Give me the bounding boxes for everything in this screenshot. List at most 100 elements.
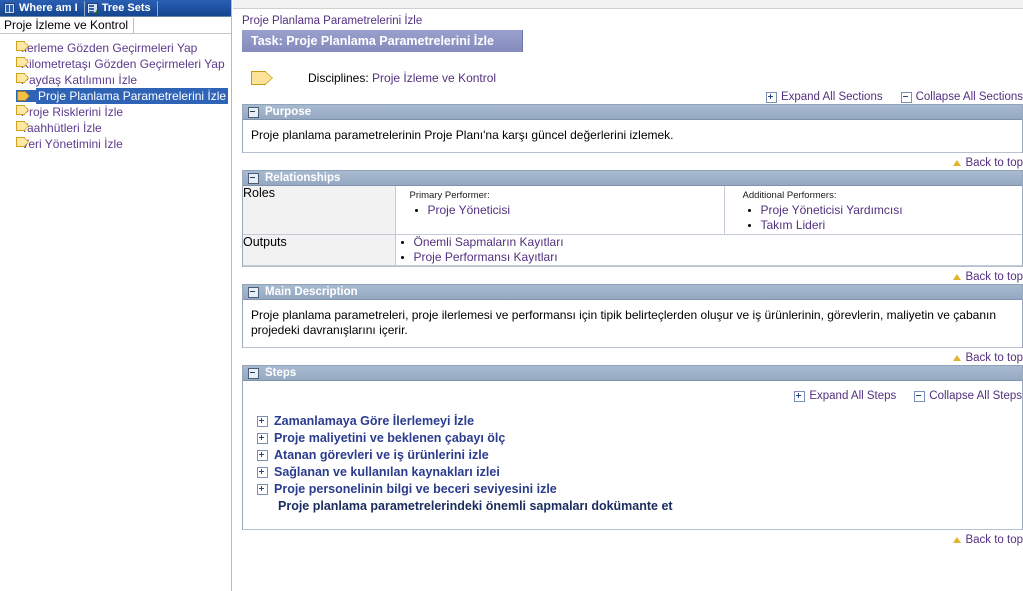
application-window: Where am I Tree Sets Proje İzleme ve Kon… xyxy=(0,0,1023,591)
back-to-top-link[interactable]: Back to top xyxy=(953,352,1023,364)
expand-collapse-sections-bar: Expand All Sections Collapse All Section… xyxy=(233,86,1023,104)
step-item-zamanlamaya-gore-ilerlemeyi-izle[interactable]: Zamanlamaya Göre İlerlemeyi İzle xyxy=(257,413,1022,430)
section-main-description-body: Proje planlama parametreleri, proje iler… xyxy=(243,300,1022,348)
tree-item-label: Kilometretaşı Gözden Geçirmeleri Yap xyxy=(21,57,225,71)
tree-item-label: Proje Risklerini İzle xyxy=(21,105,124,119)
tree-item-label: Taahhütleri İzle xyxy=(21,121,102,135)
tree-item-taahhutleri-izle[interactable]: Taahhütleri İzle xyxy=(0,120,231,136)
section-steps: Steps Expand All Steps Collapse All Step… xyxy=(242,365,1023,530)
tree-item-kilometretasi-gozden-gecirmeleri-yap[interactable]: Kilometretaşı Gözden Geçirmeleri Yap xyxy=(0,56,231,72)
tree-item-proje-risklerini-izle[interactable]: Proje Risklerini İzle xyxy=(0,104,231,120)
disciplines-link[interactable]: Proje İzleme ve Kontrol xyxy=(372,71,496,85)
expand-all-steps-link[interactable]: Expand All Steps xyxy=(794,390,896,402)
breadcrumb: Proje Planlama Parametrelerini İzle xyxy=(242,15,423,27)
section-purpose-header[interactable]: Purpose xyxy=(243,104,1022,120)
table-row: Roles Primary Performer: Proje Yöneticis… xyxy=(243,186,1022,235)
back-to-top-bar-purpose: Back to top xyxy=(233,153,1023,170)
back-to-top-link[interactable]: Back to top xyxy=(953,157,1023,169)
back-to-top-link[interactable]: Back to top xyxy=(953,534,1023,546)
step-item-proje-personelinin-bilgi-ve-beceri-seviyesini-izle[interactable]: Proje personelinin bilgi ve beceri seviy… xyxy=(257,481,1022,498)
content-top-strip xyxy=(233,0,1023,9)
outputs-row-label: Outputs xyxy=(243,234,396,266)
tree-item-label: Paydaş Katılımını İzle xyxy=(21,73,138,87)
folder-icon xyxy=(17,91,30,101)
purpose-text: Proje planlama parametrelerinin Proje Pl… xyxy=(251,128,674,142)
step-item-saglanan-ve-kullanilan-kaynaklari-izlei[interactable]: Sağlanan ve kullanılan kaynakları izlei xyxy=(257,464,1022,481)
list-item[interactable]: Takım Lideri xyxy=(761,218,903,233)
tree-item-label: Proje Planlama Parametrelerini İzle xyxy=(36,88,229,104)
plus-icon[interactable] xyxy=(257,416,268,427)
tree-item-label: İlerleme Gözden Geçirmeleri Yap xyxy=(21,41,198,55)
back-to-top-label: Back to top xyxy=(965,533,1023,546)
tree-sets-button[interactable]: Tree Sets xyxy=(85,0,158,17)
expand-all-sections-link[interactable]: Expand All Sections xyxy=(765,91,883,103)
tree-item-proje-planlama-parametrelerini-izle[interactable]: Proje Planlama Parametrelerini İzle xyxy=(0,88,231,104)
content-pane: Proje Planlama Parametrelerini İzle Task… xyxy=(233,0,1023,591)
tree-item-paydas-katilimini-izle[interactable]: Paydaş Katılımını İzle xyxy=(0,72,231,88)
additional-performers-caption: Additional Performers: xyxy=(742,190,837,201)
table-row: Outputs Önemli Sapmaların Kayıtları Proj… xyxy=(243,234,1023,266)
back-to-top-bar-relationships: Back to top xyxy=(233,267,1023,284)
back-to-top-bar-main-description: Back to top xyxy=(233,348,1023,365)
collapse-all-steps-label: Collapse All Steps xyxy=(929,390,1022,402)
up-arrow-icon xyxy=(953,354,962,361)
plus-icon[interactable] xyxy=(257,433,268,444)
disciplines-text: Disciplines: Proje İzleme ve Kontrol xyxy=(308,71,496,85)
step-label: Proje maliyetini ve beklenen çabayı ölç xyxy=(274,431,506,445)
step-label: Sağlanan ve kullanılan kaynakları izlei xyxy=(274,465,500,479)
up-arrow-icon xyxy=(953,159,962,166)
list-item[interactable]: Önemli Sapmaların Kayıtları xyxy=(414,235,1023,250)
collapse-all-steps-link[interactable]: Collapse All Steps xyxy=(914,390,1022,402)
tree-title-bar: Proje İzleme ve Kontrol xyxy=(0,17,231,34)
list-item[interactable]: Proje Yöneticisi Yardımcısı xyxy=(761,203,903,218)
collapse-icon[interactable] xyxy=(248,106,259,118)
tree-item-folder-wrap xyxy=(16,90,36,102)
tree-item-ilerleme-gozden-gecirmeleri-yap[interactable]: İlerleme Gözden Geçirmeleri Yap xyxy=(0,40,231,56)
collapse-icon[interactable] xyxy=(248,367,259,379)
collapse-icon[interactable] xyxy=(248,286,259,298)
tree-sets-icon xyxy=(86,2,99,17)
up-arrow-icon xyxy=(953,273,962,280)
expand-all-steps-label: Expand All Steps xyxy=(809,390,897,402)
steps-list: Zamanlamaya Göre İlerlemeyi İzle Proje m… xyxy=(243,403,1022,529)
step-item-proje-maliyetini-ve-beklenen-cabayi-olc[interactable]: Proje maliyetini ve beklenen çabayı ölç xyxy=(257,430,1022,447)
section-relationships-header[interactable]: Relationships xyxy=(243,170,1022,186)
expand-all-sections-label: Expand All Sections xyxy=(780,91,883,103)
additional-performers-column: Additional Performers: Proje Yöneticisi … xyxy=(723,186,903,234)
step-label: Proje planlama parametrelerindeki önemli… xyxy=(278,499,673,513)
step-item-proje-planlama-parametrelerindeki-onemli-sapmalari-dokumante-et[interactable]: Proje planlama parametrelerindeki önemli… xyxy=(257,498,1022,515)
tree-item-veri-yonetimini-izle[interactable]: Veri Yönetimini İzle xyxy=(0,136,231,152)
plus-icon[interactable] xyxy=(257,484,268,495)
back-to-top-label: Back to top xyxy=(965,156,1023,169)
expand-collapse-steps-bar: Expand All Steps Collapse All Steps xyxy=(243,381,1022,403)
section-relationships-body: Roles Primary Performer: Proje Yöneticis… xyxy=(243,186,1022,267)
plus-icon[interactable] xyxy=(257,450,268,461)
tree-sets-label: Tree Sets xyxy=(101,1,151,14)
minus-icon xyxy=(900,91,912,103)
section-purpose-body: Proje planlama parametrelerinin Proje Pl… xyxy=(243,120,1022,153)
step-item-atanan-gorevleri-ve-is-urunlerini-izle[interactable]: Atanan görevleri ve iş ürünlerini izle xyxy=(257,447,1022,464)
plus-icon xyxy=(765,91,777,103)
roles-row-label: Roles xyxy=(243,186,396,235)
list-item[interactable]: Proje Yöneticisi xyxy=(428,203,724,218)
section-main-description-header[interactable]: Main Description xyxy=(243,284,1022,300)
section-main-description: Main Description Proje planlama parametr… xyxy=(242,284,1023,348)
section-purpose-title: Purpose xyxy=(265,106,312,118)
where-am-i-label: Where am I xyxy=(19,1,78,14)
tree-root-title[interactable]: Proje İzleme ve Kontrol xyxy=(0,17,135,33)
where-am-i-button[interactable]: Where am I xyxy=(2,0,85,16)
plus-icon[interactable] xyxy=(257,467,268,478)
back-to-top-link[interactable]: Back to top xyxy=(953,271,1023,283)
section-steps-header[interactable]: Steps xyxy=(243,365,1022,381)
collapse-icon[interactable] xyxy=(248,172,259,184)
up-arrow-icon xyxy=(953,536,962,543)
additional-performers-list: Proje Yöneticisi Yardımcısı Takım Lideri xyxy=(743,203,903,233)
main-description-text: Proje planlama parametreleri, proje iler… xyxy=(251,308,997,337)
disciplines-label: Disciplines: xyxy=(308,70,369,85)
back-to-top-label: Back to top xyxy=(965,270,1023,283)
list-item[interactable]: Proje Performansı Kayıtları xyxy=(414,250,1023,265)
section-purpose: Purpose Proje planlama parametrelerinin … xyxy=(242,104,1023,153)
collapse-all-sections-link[interactable]: Collapse All Sections xyxy=(900,91,1023,103)
plus-icon xyxy=(794,390,806,402)
relationships-table: Roles Primary Performer: Proje Yöneticis… xyxy=(243,186,1022,266)
